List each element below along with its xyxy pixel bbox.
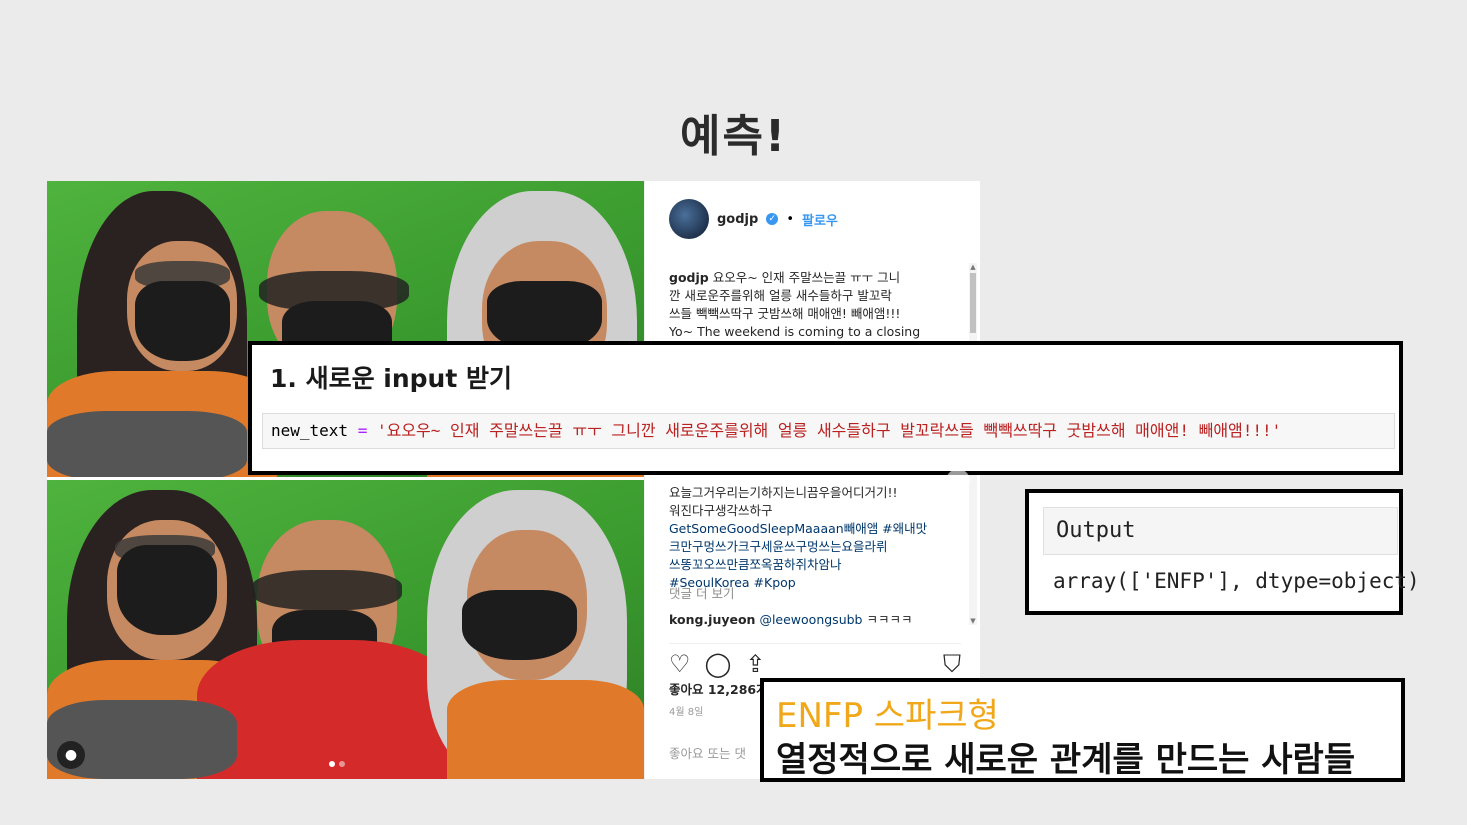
comment-icon[interactable]: ◯ [705,650,732,678]
hashtag-line-1: 요늘그거우리는기하지는니끔우을어디거기!! [669,485,898,500]
caption-line-3: 쓰들 빽빽쓰딱구 굿밤쓰해 매애앤! 빼애앰!!! [669,306,901,321]
output-box: Output array(['ENFP'], dtype=object) [1025,489,1420,615]
caption-username[interactable]: godjp [669,270,709,285]
post-actions: ♡ ◯ ⇪ ⛉ [669,643,961,678]
scroll-down-icon[interactable]: ▼ [969,617,977,625]
comment-item: kong.juyeon @leewoongsubb ㅋㅋㅋㅋ [669,609,913,628]
share-icon[interactable]: ⇪ [745,650,765,678]
code-variable: new_text [271,421,349,440]
output-value: array(['ENFP'], dtype=object) [1053,569,1420,593]
code-cell[interactable]: new_text = '요오우~ 인재 주말쓰는끌 ㅠㅜ 그니깐 새로운주를위해… [262,413,1395,449]
post-hashtags: 요늘그거우리는기하지는니끔우을어디거기!! 워진다구생각쓰하구 GetSomeG… [669,484,939,592]
scrollbar-thumb[interactable] [970,273,976,333]
avatar[interactable] [669,199,709,239]
input-heading: 1. 새로운 input 받기 [270,364,513,393]
post-caption: godjp 요오우~ 인재 주말쓰는끌 ㅠㅜ 그니 깐 새로운주를위해 얼릉 새… [669,269,939,341]
hashtag-line-4[interactable]: 크만구멍쓰가크구세윤쓰구멍쓰는요을라뤼 [669,539,888,554]
add-comment-input[interactable]: 좋아요 또는 댓 [669,743,746,762]
user-tag-icon[interactable]: ● [57,741,85,769]
likes-count[interactable]: 좋아요 12,286개 [669,679,768,698]
post-date: 4월 8일 [669,707,704,718]
follow-button[interactable]: 팔로우 [802,210,838,229]
post-header: godjp ✓ • 팔로우 [669,199,838,239]
comment-user[interactable]: kong.juyeon [669,612,755,627]
code-operator: = [357,421,368,440]
output-label: Output [1043,507,1398,555]
verified-badge-icon: ✓ [766,213,779,225]
bookmark-icon[interactable]: ⛉ [943,650,961,678]
comment-text: ㅋㅋㅋㅋ [866,612,913,627]
caption-english: Yo~ The weekend is coming to a closing [669,324,921,339]
chevron-right-icon[interactable]: › [946,469,970,493]
post-username[interactable]: godjp [717,212,758,227]
hashtag-line-2: 워진다구생각쓰하구 [669,503,773,518]
result-type: ENFP 스파크형 [776,696,999,736]
result-description: 열정적으로 새로운 관계를 만드는 사람들 [776,740,1356,780]
slide-title: 예측! [679,111,788,162]
hashtag-line-3[interactable]: GetSomeGoodSleepMaaaan빼애앰 #왜내맛 [669,521,927,536]
result-box: ENFP 스파크형 열정적으로 새로운 관계를 만드는 사람들 [760,678,1405,782]
input-box: 1. 새로운 input 받기 new_text = '요오우~ 인재 주말쓰는… [248,341,1403,475]
post-photo-2[interactable] [47,480,644,779]
caption-line-1: 요오우~ 인재 주말쓰는끌 ㅠㅜ 그니 [712,270,901,285]
comment-mention[interactable]: @leewoongsubb [759,612,862,627]
caption-line-2: 깐 새로운주를위해 얼릉 새수들하구 발꼬락 [669,288,892,303]
code-string: '요오우~ 인재 주말쓰는끌 ㅠㅜ 그니깐 새로운주를위해 얼릉 새수들하구 발… [376,421,1282,440]
scroll-up-icon[interactable]: ▲ [969,263,977,271]
heart-icon[interactable]: ♡ [669,650,691,678]
hashtag-line-5[interactable]: 쓰똥꼬오쓰만큼쪼옥꿈하쥐차암나 [669,557,842,572]
view-more-comments-link[interactable]: 댓글 더 보기 [669,583,734,602]
